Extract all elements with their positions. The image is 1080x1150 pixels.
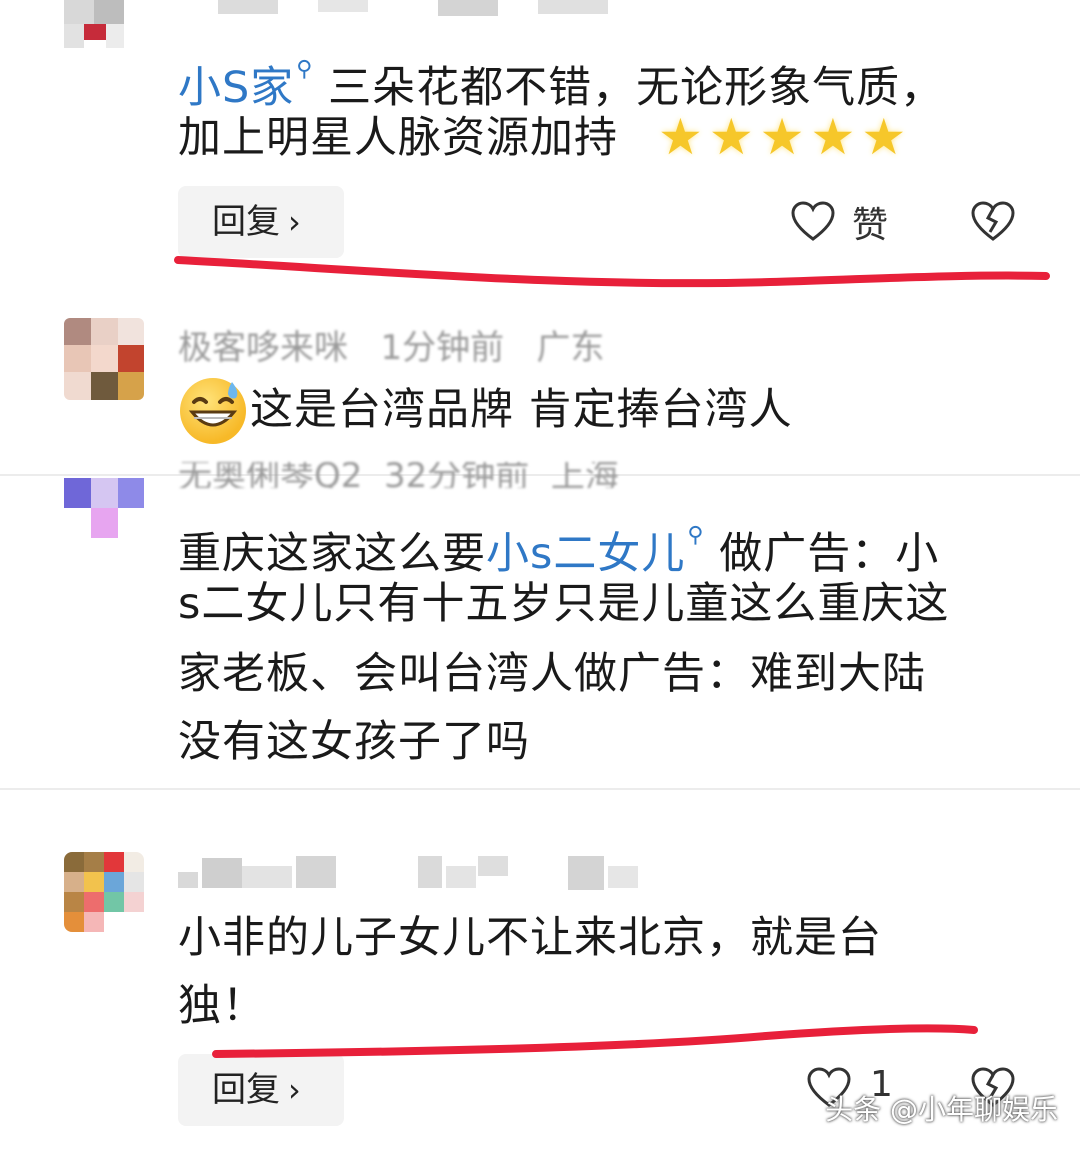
comment-text: 没有这女孩子了吗 (178, 708, 530, 776)
comment-line: 小非的儿子女儿不让来北京，就是台 (178, 913, 882, 963)
username[interactable]: 无奥俐琴Q2 (178, 462, 362, 488)
avatar[interactable] (64, 852, 144, 932)
comment-text: 小非的儿子女儿不让来北京，就是台 (178, 904, 882, 972)
heart-icon[interactable] (790, 200, 836, 242)
watermark: 头条 @小年聊娱乐 (825, 1093, 1058, 1126)
search-icon: ⚲ (296, 57, 314, 82)
grinning-sweat-emoji-icon (180, 378, 246, 444)
comment-line: s二女儿只有十五岁只是儿童这么重庆这 (178, 579, 950, 629)
timestamp: 1分钟前 (380, 328, 505, 368)
star-icon: ★ (658, 108, 703, 166)
red-underline (174, 256, 1050, 288)
star-emoji-group: ★ ★ ★ ★ ★ (658, 108, 912, 166)
comment-line: 家老板、会叫台湾人做广告：难到大陆 (178, 649, 926, 699)
chevron-right-icon: › (288, 203, 301, 241)
avatar[interactable] (64, 318, 144, 400)
comment-text: 加上明星人脉资源加持 (178, 104, 618, 172)
reply-button[interactable]: 回复 › (178, 1054, 344, 1126)
broken-heart-icon[interactable] (970, 200, 1016, 242)
reply-label: 回复 (212, 1070, 280, 1110)
like-label[interactable]: 赞 (852, 196, 888, 248)
chevron-right-icon: › (288, 1071, 301, 1109)
comment-meta: 无奥俐琴Q2 32分钟前 上海 (178, 462, 619, 488)
star-icon: ★ (810, 108, 856, 166)
timestamp: 32分钟前 (384, 462, 530, 488)
comment-line: 这是台湾品牌 肯定捧台湾人 (250, 385, 793, 435)
comment-text: 家老板、会叫台湾人做广告：难到大陆 (178, 640, 926, 708)
star-icon: ★ (759, 108, 805, 166)
region: 广东 (536, 328, 605, 368)
username-blur (178, 852, 648, 892)
divider (0, 788, 1080, 790)
search-icon: ⚲ (687, 523, 705, 548)
avatar[interactable] (64, 0, 124, 48)
username-blur (178, 0, 618, 18)
comment-meta: 极客哆来咪 1分钟前 广东 (178, 320, 605, 369)
region: 上海 (550, 462, 619, 488)
reply-label: 回复 (212, 202, 280, 242)
username[interactable]: 极客哆来咪 (178, 328, 348, 368)
star-icon: ★ (861, 108, 907, 166)
comment-text: s二女儿只有十五岁只是儿童这么重庆这 (178, 570, 949, 638)
comment-line: 加上明星人脉资源加持 (178, 113, 618, 163)
red-underline (212, 1024, 978, 1058)
avatar[interactable] (64, 478, 144, 538)
comment-line: 没有这女孩子了吗 (178, 717, 530, 767)
comment-text: 这是台湾品牌 肯定捧台湾人 (250, 376, 793, 444)
star-icon: ★ (708, 108, 754, 166)
